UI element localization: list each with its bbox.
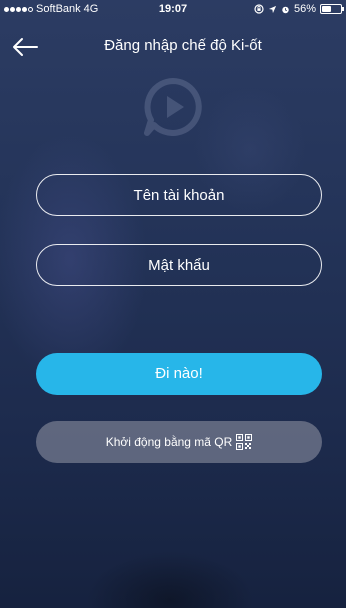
battery-percent: 56% (293, 3, 316, 15)
screen-rotation-lock-icon (254, 4, 264, 14)
arrow-left-icon (13, 38, 38, 56)
chat-play-logo-icon (144, 78, 202, 136)
qr-login-label: Khởi động bằng mã QR (105, 435, 233, 449)
page-title: Đăng nhập chế độ Ki-ốt (104, 37, 262, 54)
nav-bar: Đăng nhập chế độ Ki-ốt (0, 28, 346, 64)
qr-login-button[interactable]: Khởi động bằng mã QR (36, 421, 322, 463)
kiosk-login-screen: SoftBank 4G 19:07 56% Đăng nhập chế độ K… (0, 0, 346, 608)
submit-button[interactable]: Đi nào! (36, 353, 322, 395)
status-bar: SoftBank 4G 19:07 56% (0, 0, 346, 18)
battery-fill (322, 6, 331, 12)
status-right: 56% (254, 0, 344, 18)
alarm-icon (282, 6, 289, 13)
password-field[interactable] (36, 244, 322, 286)
username-field[interactable] (36, 174, 322, 216)
location-arrow-icon (268, 5, 277, 13)
back-button[interactable] (10, 36, 40, 58)
qr-code-icon (236, 434, 253, 450)
battery-icon (320, 4, 344, 14)
